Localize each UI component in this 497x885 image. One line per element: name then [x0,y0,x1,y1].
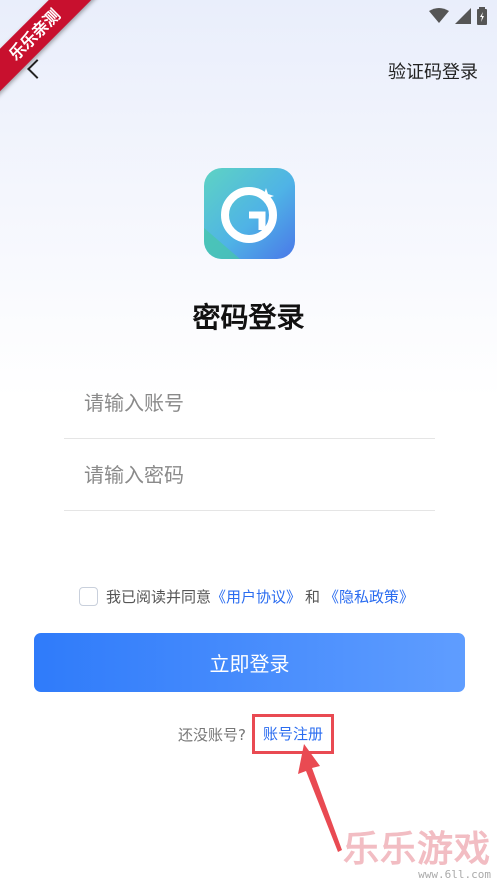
agreement-row: 我已阅读并同意 《用户协议》 和 《隐私政策》 [79,585,414,607]
register-prompt: 还没账号? [178,725,246,744]
login-button[interactable]: 立即登录 [34,633,465,692]
page-title: 密码登录 [192,301,305,334]
agreement-prefix: 我已阅读并同意 [106,587,212,606]
corner-watermark-ribbon: 乐乐亲测 [0,0,112,116]
agreement-conjunction: 和 [305,587,321,606]
sms-code-login-link[interactable]: 验证码登录 [388,58,478,84]
brand-watermark: 乐乐游戏 www.6ll.com [343,820,491,881]
privacy-policy-link[interactable]: 《隐私政策》 [324,586,414,607]
signal-icon [455,8,471,24]
agreement-checkbox[interactable] [79,586,98,606]
watermark-brand-text: 乐乐游戏 [342,829,491,870]
battery-icon [477,7,487,25]
account-input[interactable] [64,381,435,425]
user-agreement-link[interactable]: 《用户协议》 [211,586,301,607]
password-input[interactable] [64,453,435,497]
password-input-underline [64,510,435,511]
status-icons [429,7,487,25]
account-input-underline [64,438,435,439]
app-logo [204,168,295,259]
wifi-icon [429,8,449,23]
ribbon-text: 乐乐亲测 [0,0,106,106]
